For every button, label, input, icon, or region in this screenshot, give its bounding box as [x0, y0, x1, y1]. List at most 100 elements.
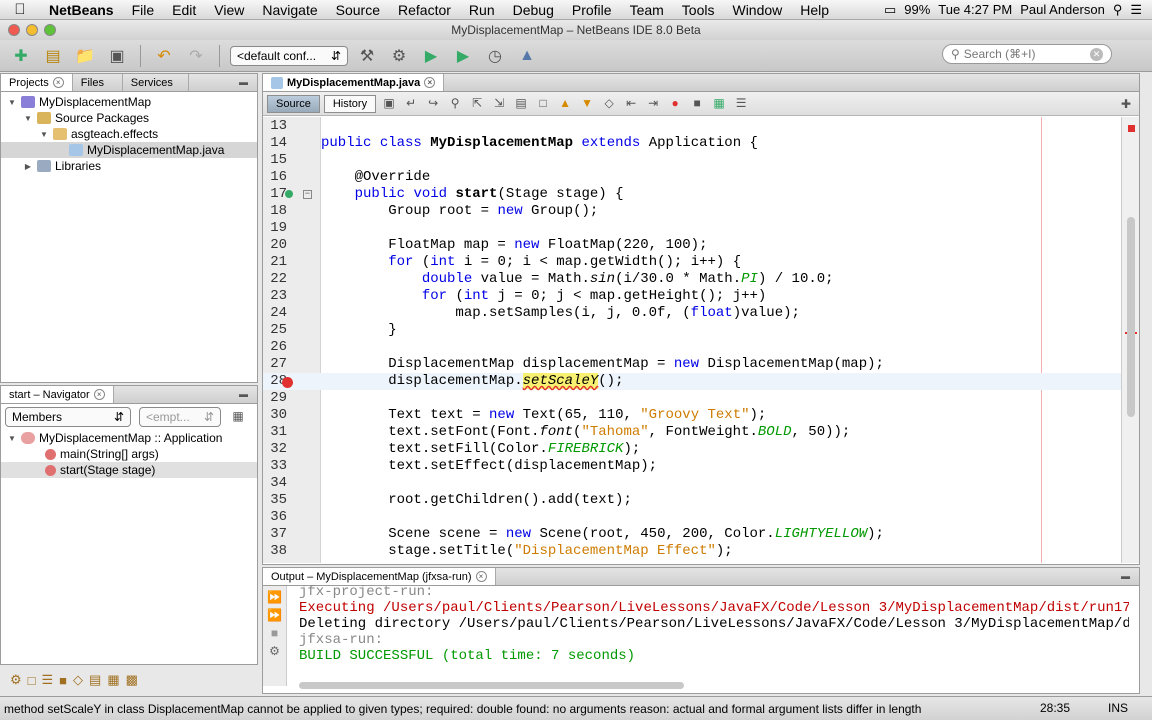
code-line[interactable]: 16 @Override: [263, 169, 1121, 186]
lock-icon[interactable]: ■: [59, 673, 67, 688]
menu-team[interactable]: Team: [621, 2, 673, 18]
tree-item-libraries[interactable]: ▶ Libraries: [1, 158, 257, 174]
error-summary-icon[interactable]: [1128, 125, 1135, 132]
debug-icon[interactable]: ▶: [450, 44, 476, 68]
fold-icon[interactable]: −: [303, 190, 312, 199]
code-line[interactable]: 32 text.setFill(Color.FIREBRICK);: [263, 441, 1121, 458]
find-next-icon[interactable]: ⇲: [490, 96, 508, 112]
memory-gauge-icon[interactable]: ▲: [514, 44, 540, 68]
user-name[interactable]: Paul Anderson: [1020, 2, 1105, 17]
nav-item-start[interactable]: start(Stage stage): [1, 462, 257, 478]
comment-icon[interactable]: ▦: [710, 96, 728, 112]
stop-icon[interactable]: ■: [271, 626, 278, 640]
source-view-button[interactable]: Source: [267, 94, 320, 113]
code-line[interactable]: 35 root.getChildren().add(text);: [263, 492, 1121, 509]
layout-icon[interactable]: ▤: [89, 672, 101, 688]
maximize-editor-icon[interactable]: ✚: [1121, 97, 1139, 111]
menu-window[interactable]: Window: [723, 2, 791, 18]
uncomment-icon[interactable]: ☰: [732, 96, 750, 112]
tab-editor-file[interactable]: MyDisplacementMap.java ×: [263, 74, 445, 91]
shift-right-icon[interactable]: ⇥: [644, 96, 662, 112]
close-icon[interactable]: ×: [475, 571, 487, 582]
code-line[interactable]: 21 for (int i = 0; i < map.getWidth(); i…: [263, 254, 1121, 271]
apple-menu-icon[interactable]: : [0, 1, 40, 18]
code-line[interactable]: 23 for (int j = 0; j < map.getHeight(); …: [263, 288, 1121, 305]
configuration-select[interactable]: <default conf... ⇵: [230, 45, 348, 66]
code-line[interactable]: 19: [263, 220, 1121, 237]
list-icon[interactable]: ☰: [42, 672, 54, 688]
find-icon[interactable]: ⚲: [446, 96, 464, 112]
toggle-bookmark-icon[interactable]: ◇: [600, 96, 618, 112]
nav-item-class[interactable]: ▼ MyDisplacementMap :: Application: [1, 430, 257, 446]
code-line[interactable]: 26: [263, 339, 1121, 356]
close-icon[interactable]: ×: [424, 77, 436, 88]
tree-item-java-file[interactable]: MyDisplacementMap.java: [1, 142, 257, 158]
last-edit-icon[interactable]: ▣: [380, 96, 398, 112]
tab-services[interactable]: Services: [123, 74, 189, 91]
minimize-panel-icon[interactable]: ▬: [239, 74, 257, 91]
tab-projects[interactable]: Projects ×: [1, 74, 73, 91]
menu-profile[interactable]: Profile: [563, 2, 621, 18]
start-macro-icon[interactable]: ●: [666, 96, 684, 112]
menu-debug[interactable]: Debug: [504, 2, 563, 18]
code-line[interactable]: 29: [263, 390, 1121, 407]
profile-icon[interactable]: ◷: [482, 44, 508, 68]
grid-icon[interactable]: ▦: [107, 672, 119, 688]
minimize-panel-icon[interactable]: ▬: [1121, 568, 1139, 585]
forward-icon[interactable]: ↪: [424, 96, 442, 112]
spotlight-icon[interactable]: ⚲: [1113, 2, 1123, 18]
back-icon[interactable]: ↵: [402, 96, 420, 112]
stop-macro-icon[interactable]: ■: [688, 96, 706, 112]
code-line[interactable]: 15: [263, 152, 1121, 169]
clear-search-icon[interactable]: ✕: [1090, 47, 1103, 61]
previous-bookmark-icon[interactable]: ▲: [556, 96, 574, 112]
open-project-icon[interactable]: 📁: [72, 44, 98, 68]
tree-item-package[interactable]: ▼ asgteach.effects: [1, 126, 257, 142]
tab-output[interactable]: Output – MyDisplacementMap (jfxsa-run) ×: [263, 568, 496, 585]
output-text[interactable]: jfx-project-run: Executing /Users/paul/Cl…: [299, 584, 1129, 664]
code-line[interactable]: 22 double value = Math.sin(i/30.0 * Math…: [263, 271, 1121, 288]
nav-item-main[interactable]: main(String[] args): [1, 446, 257, 462]
inspect-icon[interactable]: ⚙: [10, 672, 22, 688]
filter-select[interactable]: <empt... ⇵: [139, 407, 221, 427]
code-line[interactable]: 28 displacementMap.setScaleY();: [263, 373, 1121, 390]
new-file-icon[interactable]: ✚: [8, 44, 34, 68]
code-line[interactable]: 34: [263, 475, 1121, 492]
minimize-panel-icon[interactable]: ▬: [239, 386, 257, 403]
menu-source[interactable]: Source: [327, 2, 389, 18]
output-settings-icon[interactable]: ⚙: [269, 644, 280, 658]
code-line[interactable]: 30 Text text = new Text(65, 110, "Groovy…: [263, 407, 1121, 424]
members-select[interactable]: Members ⇵: [5, 407, 131, 427]
code-line[interactable]: 31 text.setFont(Font.font("Tahoma", Font…: [263, 424, 1121, 441]
close-window-button[interactable]: [8, 24, 20, 36]
error-stripe[interactable]: [1121, 117, 1139, 563]
rerun-with-params-icon[interactable]: ⏩: [267, 608, 282, 622]
notification-list-icon[interactable]: ☰: [1130, 2, 1142, 18]
close-icon[interactable]: ×: [52, 77, 64, 88]
clean-build-icon[interactable]: ⚙: [386, 44, 412, 68]
code-line[interactable]: 27 DisplacementMap displacementMap = new…: [263, 356, 1121, 373]
battery-icon[interactable]: ▭: [884, 2, 896, 18]
horizontal-scrollbar[interactable]: [299, 682, 684, 689]
menu-help[interactable]: Help: [791, 2, 838, 18]
tab-files[interactable]: Files: [73, 74, 123, 91]
vertical-scrollbar[interactable]: [1127, 217, 1135, 417]
menu-tools[interactable]: Tools: [673, 2, 724, 18]
menu-run[interactable]: Run: [460, 2, 504, 18]
build-icon[interactable]: ⚒: [354, 44, 380, 68]
container-icon[interactable]: □: [28, 673, 36, 688]
code-line[interactable]: 24 map.setSamples(i, j, 0.0f, (float)val…: [263, 305, 1121, 322]
error-icon[interactable]: [282, 377, 293, 388]
code-line[interactable]: 14 public class MyDisplacementMap extends…: [263, 135, 1121, 152]
menu-edit[interactable]: Edit: [163, 2, 205, 18]
override-annotation-icon[interactable]: [285, 190, 293, 198]
clock[interactable]: Tue 4:27 PM: [938, 2, 1012, 17]
new-project-icon[interactable]: ▤: [40, 44, 66, 68]
shift-left-icon[interactable]: ⇤: [622, 96, 640, 112]
menu-view[interactable]: View: [205, 2, 253, 18]
navigator-options-icon[interactable]: ▦: [229, 409, 247, 425]
menu-refactor[interactable]: Refactor: [389, 2, 460, 18]
rerun-icon[interactable]: ⏩: [267, 590, 282, 604]
redo-icon[interactable]: ↷: [183, 44, 209, 68]
table-icon[interactable]: ▩: [126, 672, 138, 688]
